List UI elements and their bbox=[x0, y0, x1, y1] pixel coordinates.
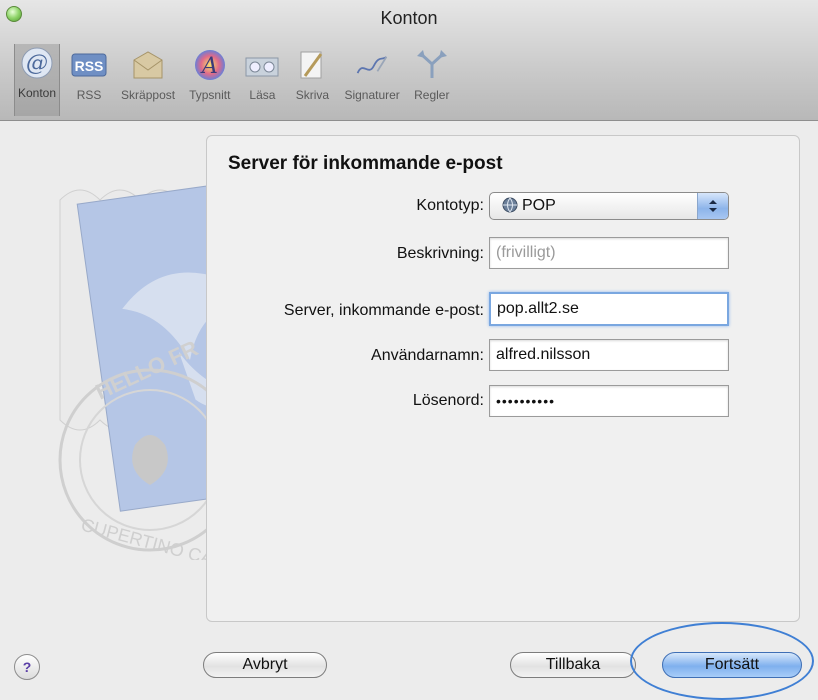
account-type-popup[interactable]: POP bbox=[489, 192, 729, 220]
signatures-icon bbox=[354, 48, 390, 82]
toolbar-item-signaturer[interactable]: Signaturer bbox=[341, 46, 402, 118]
svg-text:A: A bbox=[200, 54, 218, 79]
toolbar-item-regler[interactable]: Regler bbox=[411, 46, 453, 118]
password-field[interactable]: •••••••••• bbox=[489, 385, 729, 417]
description-label: Beskrivning: bbox=[396, 245, 484, 262]
account-type-label: Kontotyp: bbox=[416, 197, 484, 214]
toolbar-label: Läsa bbox=[249, 88, 276, 102]
help-button[interactable]: ? bbox=[14, 654, 40, 680]
junk-mail-icon bbox=[130, 48, 166, 82]
popup-arrows-icon bbox=[697, 193, 728, 219]
preferences-toolbar: @ Konton RSS RSS Skräppost A Typsnitt Lä… bbox=[14, 44, 461, 118]
back-button[interactable]: Tillbaka bbox=[510, 652, 636, 678]
window-titlebar: Konton @ Konton RSS RSS Skräppost A Typs… bbox=[0, 0, 818, 121]
incoming-server-field[interactable]: pop.allt2.se bbox=[489, 292, 729, 326]
toolbar-label: Skriva bbox=[295, 88, 330, 102]
composing-icon bbox=[294, 48, 330, 82]
window-title: Konton bbox=[380, 8, 438, 28]
fonts-icon: A bbox=[192, 48, 228, 82]
at-sign-icon: @ bbox=[19, 46, 55, 80]
description-field[interactable]: (frivilligt) bbox=[489, 237, 729, 269]
toolbar-label: Typsnitt bbox=[189, 88, 231, 102]
toolbar-item-konton[interactable]: @ Konton bbox=[14, 44, 61, 116]
toolbar-label: Skräppost bbox=[121, 88, 176, 102]
incoming-server-label: Server, inkommande e-post: bbox=[283, 302, 484, 319]
viewing-icon bbox=[244, 48, 280, 82]
svg-text:RSS: RSS bbox=[75, 58, 104, 74]
toolbar-item-skriva[interactable]: Skriva bbox=[291, 46, 333, 118]
username-label: Användarnamn: bbox=[371, 347, 484, 364]
toolbar-label: Regler bbox=[414, 88, 450, 102]
svg-text:@: @ bbox=[26, 51, 48, 76]
toolbar-label: Konton bbox=[18, 86, 57, 100]
rss-icon: RSS bbox=[71, 48, 107, 82]
globe-icon bbox=[502, 197, 518, 213]
toolbar-item-skrappost[interactable]: Skräppost bbox=[118, 46, 178, 118]
cancel-button[interactable]: Avbryt bbox=[203, 652, 327, 678]
rules-icon bbox=[414, 48, 450, 82]
toolbar-label: Signaturer bbox=[344, 88, 400, 102]
toolbar-label: RSS bbox=[76, 88, 102, 102]
toolbar-item-typsnitt[interactable]: A Typsnitt bbox=[186, 46, 233, 118]
account-type-value: POP bbox=[522, 197, 556, 214]
form-title: Server för inkommande e-post bbox=[228, 153, 503, 174]
toolbar-item-lasa[interactable]: Läsa bbox=[241, 46, 283, 118]
highlight-annotation bbox=[630, 622, 814, 700]
username-field[interactable]: alfred.nilsson bbox=[489, 339, 729, 371]
toolbar-item-rss[interactable]: RSS RSS bbox=[68, 46, 110, 118]
password-label: Lösenord: bbox=[412, 392, 484, 409]
